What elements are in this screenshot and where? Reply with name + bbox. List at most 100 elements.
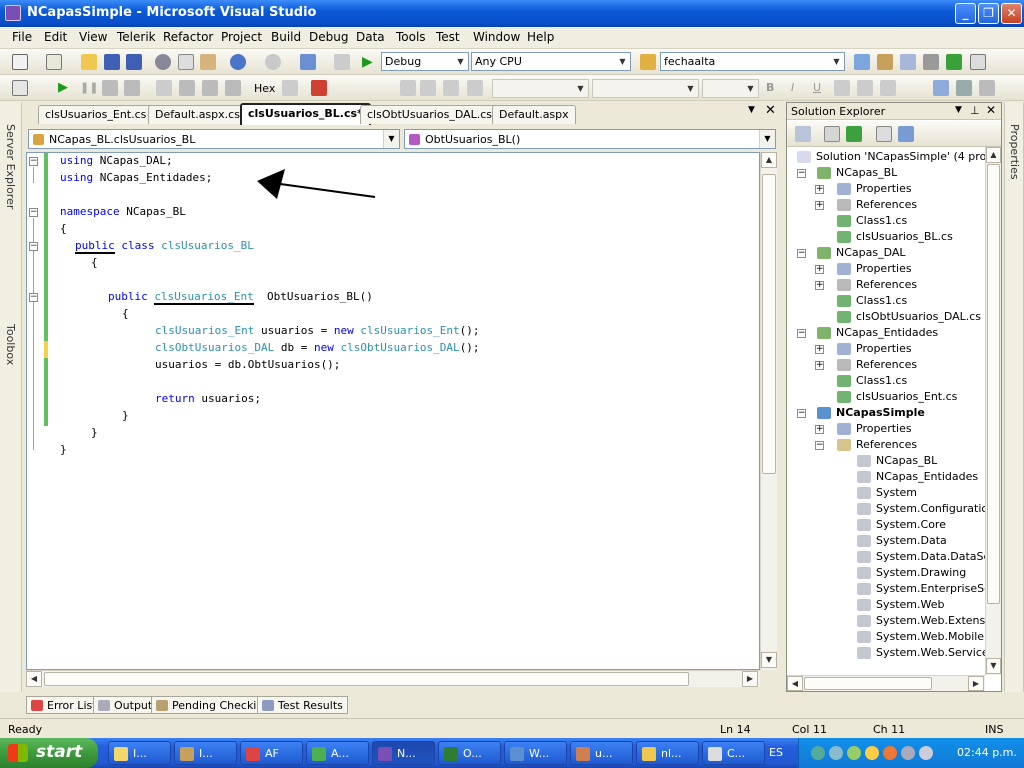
refresh-icon[interactable] bbox=[846, 126, 862, 142]
menu-tools[interactable]: Tools bbox=[396, 30, 426, 44]
scroll-thumb[interactable] bbox=[804, 677, 932, 690]
editor-vertical-scrollbar[interactable]: ▲ ▼ bbox=[760, 152, 777, 670]
taskbar-button[interactable]: I... bbox=[108, 741, 171, 765]
types-combo[interactable]: NCapas_BL.clsUsuarios_BL ▼ bbox=[28, 129, 400, 149]
collapse-icon[interactable]: − bbox=[797, 249, 806, 258]
tray-app-icon[interactable] bbox=[865, 746, 879, 760]
restart-icon[interactable] bbox=[124, 80, 140, 96]
collapse-icon[interactable]: − bbox=[797, 409, 806, 418]
find-combo[interactable]: fechaalta▼ bbox=[660, 52, 845, 71]
expand-icon[interactable]: + bbox=[815, 201, 824, 210]
align-right-icon[interactable] bbox=[880, 80, 896, 96]
collapse-icon[interactable]: − bbox=[815, 441, 824, 450]
expand-icon[interactable]: + bbox=[815, 185, 824, 194]
scroll-thumb[interactable] bbox=[762, 174, 776, 474]
menu-edit[interactable]: Edit bbox=[44, 30, 67, 44]
references-node[interactable]: References bbox=[856, 197, 917, 213]
expand-icon[interactable]: + bbox=[815, 345, 824, 354]
scroll-down-icon[interactable]: ▼ bbox=[986, 658, 1001, 674]
maximize-button[interactable]: ❐ bbox=[978, 3, 999, 24]
properties-node[interactable]: Properties bbox=[856, 341, 912, 357]
breakpoints-icon[interactable] bbox=[311, 80, 327, 96]
hex-toggle[interactable]: Hex bbox=[254, 82, 275, 95]
language-indicator[interactable]: ES bbox=[769, 746, 783, 759]
show-all-files-icon[interactable] bbox=[824, 126, 840, 142]
tray-app-icon[interactable] bbox=[847, 746, 861, 760]
taskbar-button[interactable]: N... bbox=[372, 741, 435, 765]
toolbox-icon[interactable] bbox=[923, 54, 939, 70]
website-project-node[interactable]: NCapasSimple bbox=[836, 405, 925, 421]
file-node[interactable]: clsUsuarios_BL.cs bbox=[856, 229, 953, 245]
reference-node[interactable]: System.Web bbox=[876, 597, 945, 613]
properties-node[interactable]: Properties bbox=[856, 181, 912, 197]
reference-node[interactable]: NCapas_BL bbox=[876, 453, 937, 469]
collapse-icon[interactable]: − bbox=[797, 169, 806, 178]
scroll-thumb[interactable] bbox=[987, 164, 1000, 604]
menu-data[interactable]: Data bbox=[356, 30, 385, 44]
menu-file[interactable]: File bbox=[12, 30, 32, 44]
title-bar[interactable]: NCapasSimple - Microsoft Visual Studio _… bbox=[0, 0, 1024, 27]
view-class-diagram-icon[interactable] bbox=[898, 126, 914, 142]
pin-icon[interactable]: ⊥ bbox=[970, 104, 980, 117]
file-node[interactable]: Class1.cs bbox=[856, 373, 907, 389]
save-icon[interactable] bbox=[104, 54, 120, 70]
bold-button[interactable]: B bbox=[766, 81, 774, 94]
command-window-icon[interactable] bbox=[970, 54, 986, 70]
navigate-backward-icon[interactable] bbox=[300, 54, 316, 70]
scroll-up-icon[interactable]: ▲ bbox=[761, 152, 777, 168]
tray-app-icon[interactable] bbox=[919, 746, 933, 760]
solution-explorer-header[interactable]: Solution Explorer ▼ ⊥ ✕ bbox=[787, 103, 1001, 120]
reference-node[interactable]: System.Core bbox=[876, 517, 946, 533]
taskbar-button[interactable]: O... bbox=[438, 741, 501, 765]
tab-clsusuarios-bl[interactable]: clsUsuarios_BL.cs* bbox=[240, 103, 371, 125]
align-left-icon[interactable] bbox=[834, 80, 850, 96]
position-icon[interactable] bbox=[956, 80, 972, 96]
underline-button[interactable]: U bbox=[813, 81, 821, 94]
cut-icon[interactable] bbox=[155, 54, 171, 70]
references-node[interactable]: References bbox=[856, 277, 917, 293]
tab-clsobtusuarios-dal[interactable]: clsObtUsuarios_DAL.cs bbox=[360, 105, 499, 124]
reference-node[interactable]: System bbox=[876, 485, 917, 501]
properties-window-icon[interactable] bbox=[877, 54, 893, 70]
menu-telerik[interactable]: Telerik bbox=[117, 30, 156, 44]
editor-horizontal-scrollbar[interactable]: ◀ ▶ bbox=[26, 670, 760, 687]
menu-help[interactable]: Help bbox=[527, 30, 554, 44]
expand-icon[interactable]: + bbox=[815, 281, 824, 290]
show-next-statement-icon[interactable] bbox=[156, 80, 172, 96]
expand-icon[interactable]: + bbox=[815, 425, 824, 434]
add-item-icon[interactable] bbox=[46, 54, 62, 70]
properties-node[interactable]: Properties bbox=[856, 261, 912, 277]
scroll-right-icon[interactable]: ▶ bbox=[742, 671, 758, 687]
find-in-files-icon[interactable] bbox=[640, 54, 656, 70]
font-name-combo[interactable]: ▼ bbox=[592, 79, 699, 98]
reference-node[interactable]: System.Web.Services bbox=[876, 645, 985, 661]
expand-icon[interactable]: + bbox=[815, 265, 824, 274]
tab-clsusuarios-ent[interactable]: clsUsuarios_Ent.cs bbox=[38, 105, 153, 124]
references-node[interactable]: References bbox=[856, 357, 917, 373]
collapse-icon[interactable]: − bbox=[797, 329, 806, 338]
menu-test[interactable]: Test bbox=[436, 30, 460, 44]
view-code-icon[interactable] bbox=[876, 126, 892, 142]
taskbar-button[interactable]: C... bbox=[702, 741, 765, 765]
solution-explorer-horizontal-scrollbar[interactable]: ◀ ▶ bbox=[787, 675, 985, 691]
expand-icon[interactable]: + bbox=[815, 361, 824, 370]
hex-display-icon[interactable] bbox=[282, 80, 298, 96]
font-size-combo[interactable]: ▼ bbox=[702, 79, 759, 98]
scroll-thumb[interactable] bbox=[44, 672, 689, 686]
italic-button[interactable]: I bbox=[791, 81, 794, 94]
properties-node[interactable]: Properties bbox=[856, 421, 912, 437]
start-page-icon[interactable] bbox=[946, 54, 962, 70]
copy-icon[interactable] bbox=[178, 54, 194, 70]
object-browser-icon[interactable] bbox=[900, 54, 916, 70]
navigate-forward-icon[interactable] bbox=[334, 54, 350, 70]
taskbar-button[interactable]: u... bbox=[570, 741, 633, 765]
reference-node[interactable]: System.Data bbox=[876, 533, 947, 549]
tray-app-icon[interactable] bbox=[829, 746, 843, 760]
server-explorer-tab[interactable]: Server Explorer bbox=[4, 124, 17, 209]
menu-window[interactable]: Window bbox=[473, 30, 520, 44]
file-node[interactable]: Class1.cs bbox=[856, 213, 907, 229]
properties-icon[interactable] bbox=[795, 126, 811, 142]
solution-node[interactable]: Solution 'NCapasSimple' (4 projects) bbox=[816, 149, 985, 165]
reference-node[interactable]: System.Web.Extensions bbox=[876, 613, 985, 629]
minimize-button[interactable]: _ bbox=[955, 3, 976, 24]
